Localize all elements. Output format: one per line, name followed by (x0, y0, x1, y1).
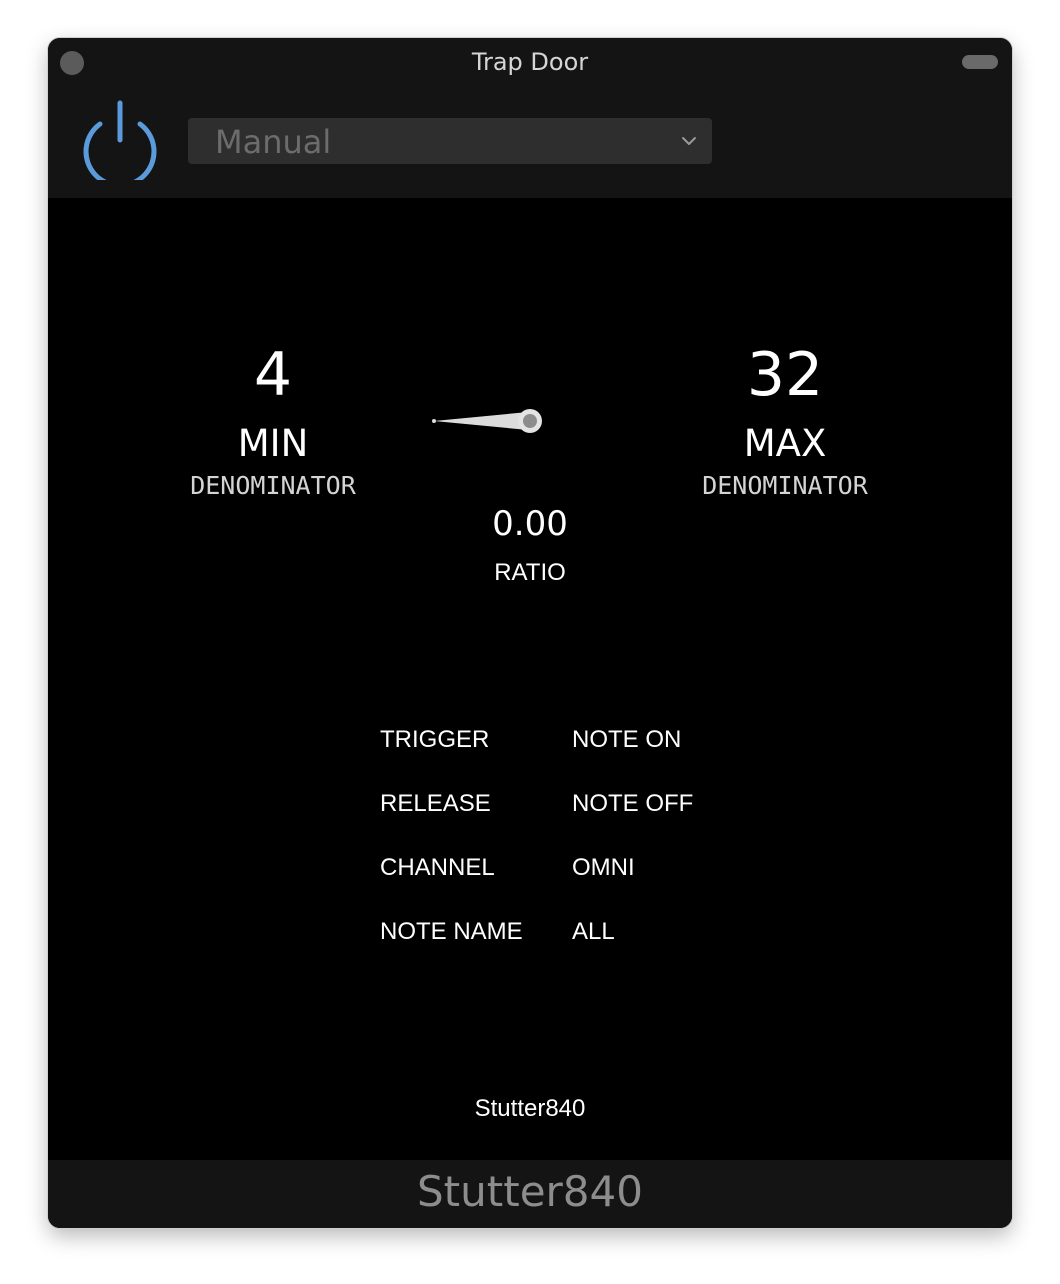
note-name-label: NOTE NAME (380, 918, 523, 945)
settings-row-channel: CHANNEL OMNI (380, 848, 720, 912)
preset-value: Manual (215, 123, 332, 161)
plugin-footer: Stutter840 (48, 1160, 1012, 1228)
note-name-value[interactable]: ALL (572, 912, 615, 952)
settings-row-release: RELEASE NOTE OFF (380, 784, 720, 848)
min-denominator-value[interactable]: 4 (153, 340, 393, 410)
trigger-label: TRIGGER (380, 726, 490, 753)
title-bar[interactable]: Trap Door (48, 38, 1012, 86)
chevron-down-icon (682, 137, 696, 145)
window-title: Trap Door (471, 48, 589, 76)
power-button[interactable] (80, 100, 160, 188)
min-denominator-label: DENOMINATOR (190, 471, 356, 500)
brand-label: Stutter840 (474, 1095, 586, 1122)
power-icon (83, 100, 157, 188)
settings-row-trigger: TRIGGER NOTE ON (380, 720, 720, 784)
channel-value[interactable]: OMNI (572, 848, 635, 888)
max-denominator-value[interactable]: 32 (665, 340, 905, 410)
max-denominator-label: DENOMINATOR (702, 471, 868, 500)
release-value[interactable]: NOTE OFF (572, 784, 693, 824)
plugin-window: Trap Door Manual 4 MIN DENOMINATOR 0.00 … (48, 38, 1012, 1228)
footer-title: Stutter840 (417, 1167, 643, 1216)
channel-label: CHANNEL (380, 854, 495, 881)
min-label: MIN (237, 422, 309, 465)
trigger-value[interactable]: NOTE ON (572, 720, 681, 760)
preset-select[interactable]: Manual (188, 118, 712, 164)
plugin-header: Manual (48, 86, 1012, 198)
window-toggle-button[interactable] (962, 55, 998, 69)
max-label: MAX (743, 422, 827, 465)
ratio-value: 0.00 (492, 504, 568, 544)
plugin-body: 4 MIN DENOMINATOR 0.00 RATIO 32 MAX DENO… (48, 198, 1012, 1160)
release-label: RELEASE (380, 790, 491, 817)
midi-settings: TRIGGER NOTE ON RELEASE NOTE OFF CHANNEL… (380, 720, 720, 976)
ratio-label: RATIO (494, 559, 566, 586)
settings-row-note-name: NOTE NAME ALL (380, 912, 720, 976)
ratio-knob[interactable] (424, 396, 548, 446)
ratio-knob-indicator (432, 409, 542, 433)
